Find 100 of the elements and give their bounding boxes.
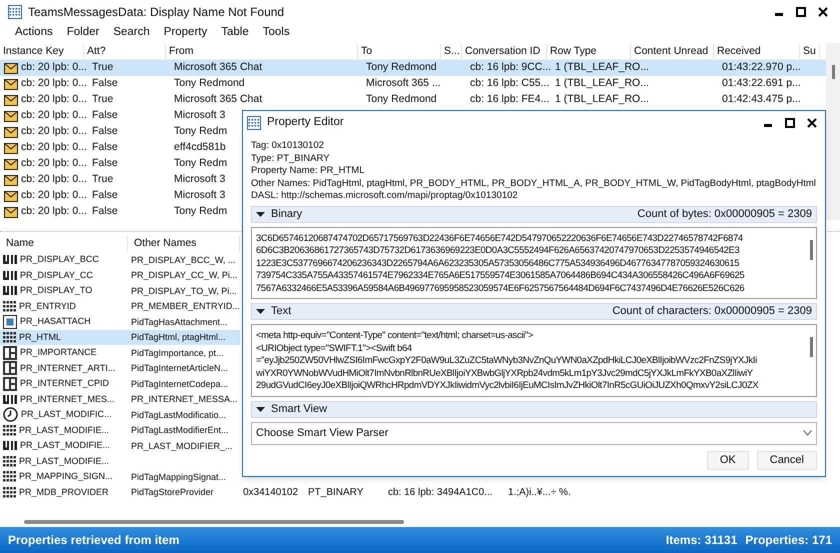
table-cell-text: PR_LAST_MODIFIE...: [20, 439, 110, 452]
info-line: Tag: 0x10130102: [251, 140, 324, 152]
table-cell-text: PR_HASATTACH: [20, 315, 91, 328]
table-cell: PidTagImportance, pt...: [131, 348, 224, 358]
section-label: Smart View: [271, 402, 328, 417]
table-cell-text: Tony Redm: [174, 124, 228, 140]
table-cell-text: False: [92, 140, 118, 156]
table-cell: PidTagLastModificatio...: [131, 410, 226, 420]
table-cell-text: Tony Redmond: [366, 60, 437, 76]
table-cell-text: 1 (TBL_LEAF_RO...: [555, 60, 649, 76]
table-cell-text: 1 (TBL_LEAF_RO...: [555, 76, 649, 92]
count-label: Count of characters: 0x00000905 = 2309: [612, 304, 812, 320]
table-cell: PR_LAST_MODIFIE...: [19, 424, 110, 437]
table-cell-text: PR_INTERNET_CPID: [20, 377, 110, 390]
table-cell-text: PR_DISPLAY_BCC: [20, 253, 99, 266]
text-line: 29udGVudCI6eyJ0eXBlIjoiQWRhcHRpdmVDYXJkIiwidmVyc2lvbiI6IjEuMCIsImJvZHkiOlt7InR5cGUiOiJUZXh0QmxvY2siLCJ0ZX: [256, 379, 758, 392]
table-cell-text: PR_MAPPING_SIGN...: [19, 470, 113, 483]
section-label: Binary: [271, 206, 302, 222]
table-cell-text: False: [92, 204, 118, 220]
table-cell: PidTagInternetCodepa...: [131, 378, 228, 388]
table-cell-text: 01:43:22.691 p...: [722, 76, 801, 92]
table-cell-text: 01:42:43.475 p...: [722, 92, 801, 108]
table-cell: PT_BINARY: [308, 487, 364, 498]
table-cell-text: eff4cd581b: [174, 140, 226, 156]
text-line: ="eyJjb250ZW50VHlwZSI6ImFwcGxpY2F0aW9uL3ZuZC5taWNyb3NvZnQuYWN0aXZpdHkiLCJ0eXBlIjoibWVzc2FnZS9jYXJkIi: [256, 354, 757, 366]
table-cell: PR_MEMBER_ENTRYID...: [131, 301, 240, 311]
properties-count: Properties: 171: [745, 532, 832, 549]
table-cell-text: Tony Redmond: [174, 76, 245, 92]
table-cell: PR_INTERNET_ARTI...: [20, 362, 116, 375]
table-cell-text: PR_IMPORTANCE: [20, 346, 97, 359]
info-line: Other Names: PidTagHtml, ptagHtml, PR_BODY_HTML, PR_BODY_HTML_A, PR_BODY_HTML_W, PidTagBodyHtml, ptagBodyHtml: [251, 178, 816, 190]
table-cell: PidTagInternetArticleN...: [131, 363, 228, 373]
table-cell: PidTagHtml, ptagHtml...: [131, 332, 226, 342]
table-cell: PR_HTML: [19, 330, 62, 344]
dialog-title: Property Editor: [267, 115, 344, 130]
info-line: Property Name: PR_HTML: [251, 165, 365, 178]
table-cell: PidTagMappingSignat...: [131, 472, 226, 482]
status-message: Properties retrieved from item: [8, 532, 180, 549]
table-cell-text: Microsoft 365 ...: [366, 76, 441, 92]
table-cell: PR_DISPLAY_BCC_W, ...: [131, 254, 236, 264]
table-cell-text: cb: 20 lpb: 0...: [21, 172, 87, 188]
text-line: wiYXR0YWNobWVudHMiOlt7ImNvbnRlbnRUeXBlIjoiYXBwbGljYXRpb24vdm5kLm1pY3Jvc29mdC5jYXJkLmFkYXB0aXZlIiwiY: [256, 366, 753, 379]
hex-line: 739754C335A755A43357461574E7962334E765A6E517559574E3061585A7064486B694C434A306558426C496A6F69625: [256, 269, 744, 282]
table-cell: PR_DISPLAY_TO_W, Pi...: [131, 286, 237, 296]
table-cell-text: cb: 20 lpb: 0...: [21, 188, 87, 204]
text-line: <URIObject type="SWIFT.1"><Swift b64: [256, 342, 412, 354]
table-cell-text: Tony Redm: [174, 156, 228, 172]
table-cell: PR_INTERNET_MESSA...: [131, 394, 238, 404]
table-cell-text: PR_DISPLAY_TO: [20, 284, 92, 297]
table-cell-text: 01:43:22.970 p...: [722, 60, 801, 76]
table-cell-text: cb: 20 lpb: 0...: [21, 204, 87, 220]
table-cell-text: False: [92, 108, 118, 124]
table-cell-text: Microsoft 3: [174, 172, 226, 188]
table-cell: PR_LAST_MODIFIE...: [19, 454, 110, 468]
table-cell: PR_MDB_PROVIDER: [19, 486, 109, 499]
table-cell-text: Microsoft 3: [174, 188, 226, 204]
table-cell-text: False: [92, 156, 118, 172]
hex-line: 7567A6332466E5A53396A59584A6B496977695958523059574E6F6257567564484D694F6C7437496D4E76626E526C626: [256, 282, 744, 294]
table-cell: PR_LAST_MODIFIER_...: [131, 440, 233, 450]
table-cell: 1.;A)i..¥...÷ %.: [508, 487, 571, 498]
table-cell-text: False: [92, 188, 118, 204]
table-cell: PidTagLastModifierEnt...: [131, 425, 229, 435]
section-label: Text: [271, 304, 292, 320]
table-cell-text: Tony Redm: [174, 204, 228, 220]
table-cell-text: cb: 20 lpb: 0...: [21, 124, 87, 140]
table-cell-text: cb: 16 lpb: FE4...: [470, 92, 550, 108]
table-cell-text: True: [92, 172, 114, 188]
table-cell: cb: 16 lpb: 3494A1C0...: [388, 487, 493, 498]
hex-line: 6D6C3B20636861727365743D75732D6173636969223E0D0A3C5552494F626A65637420747970653D2253574946542E3: [256, 244, 740, 256]
table-cell-text: Tony Redmond: [366, 92, 437, 108]
table-cell: PidTagHasAttachment...: [131, 316, 228, 326]
table-cell-text: False: [92, 124, 118, 140]
window-title: TeamsMessagesData: Display Name Not Found: [28, 4, 284, 20]
info-line: Type: PT_BINARY: [251, 152, 330, 165]
table-cell: PR_ENTRYID: [19, 300, 76, 313]
info-line: DASL: http://schemas.microsoft.com/mapi/proptag/0x10130102: [251, 190, 518, 202]
table-cell: 0x34140102: [243, 487, 298, 498]
table-cell-text: cb: 20 lpb: 0...: [21, 60, 87, 76]
table-cell-text: cb: 20 lpb: 0...: [21, 76, 87, 92]
table-cell-text: 1 (TBL_LEAF_RO...: [555, 92, 649, 108]
count-label: Count of bytes: 0x00000905 = 2309: [637, 206, 812, 222]
table-cell-text: cb: 20 lpb: 0...: [21, 140, 87, 156]
hex-line: 1223E3C5377696674206236343D2265794A6A623235305A57353056486C775A534936496D46776347787059324630615: [256, 256, 740, 269]
table-cell-text: True: [92, 60, 114, 76]
hex-line: 3C6D65746120687474702D65717569763D22436F6E74656E742D547970652220636F6E74656E743D22746578742F6874: [256, 232, 743, 244]
table-cell-text: Microsoft 365 Chat: [174, 60, 262, 76]
table-cell-text: cb: 16 lpb: C55...: [470, 76, 550, 92]
table-cell-text: cb: 20 lpb: 0...: [21, 156, 87, 172]
table-cell: PR_DISPLAY_CC_W, Pi...: [131, 270, 238, 280]
table-cell-text: cb: 16 lpb: 9CC...: [470, 60, 552, 76]
items-count: Items: 31131: [666, 532, 738, 549]
table-cell-text: Microsoft 365 Chat: [174, 92, 262, 108]
table-cell-text: Microsoft 3: [174, 108, 226, 124]
text-line: <meta http-equiv="Content-Type" content="text/html; charset=us-ascii">: [256, 329, 534, 342]
table-cell-text: cb: 20 lpb: 0...: [21, 92, 87, 108]
table-cell: PidTagStoreProvider: [131, 487, 214, 497]
table-cell-text: cb: 20 lpb: 0...: [21, 108, 87, 124]
table-cell-text: False: [92, 76, 118, 92]
table-cell: PR_INTERNET_MES...: [20, 392, 115, 406]
table-cell-text: PR_LAST_MODIFIC...: [21, 408, 112, 421]
